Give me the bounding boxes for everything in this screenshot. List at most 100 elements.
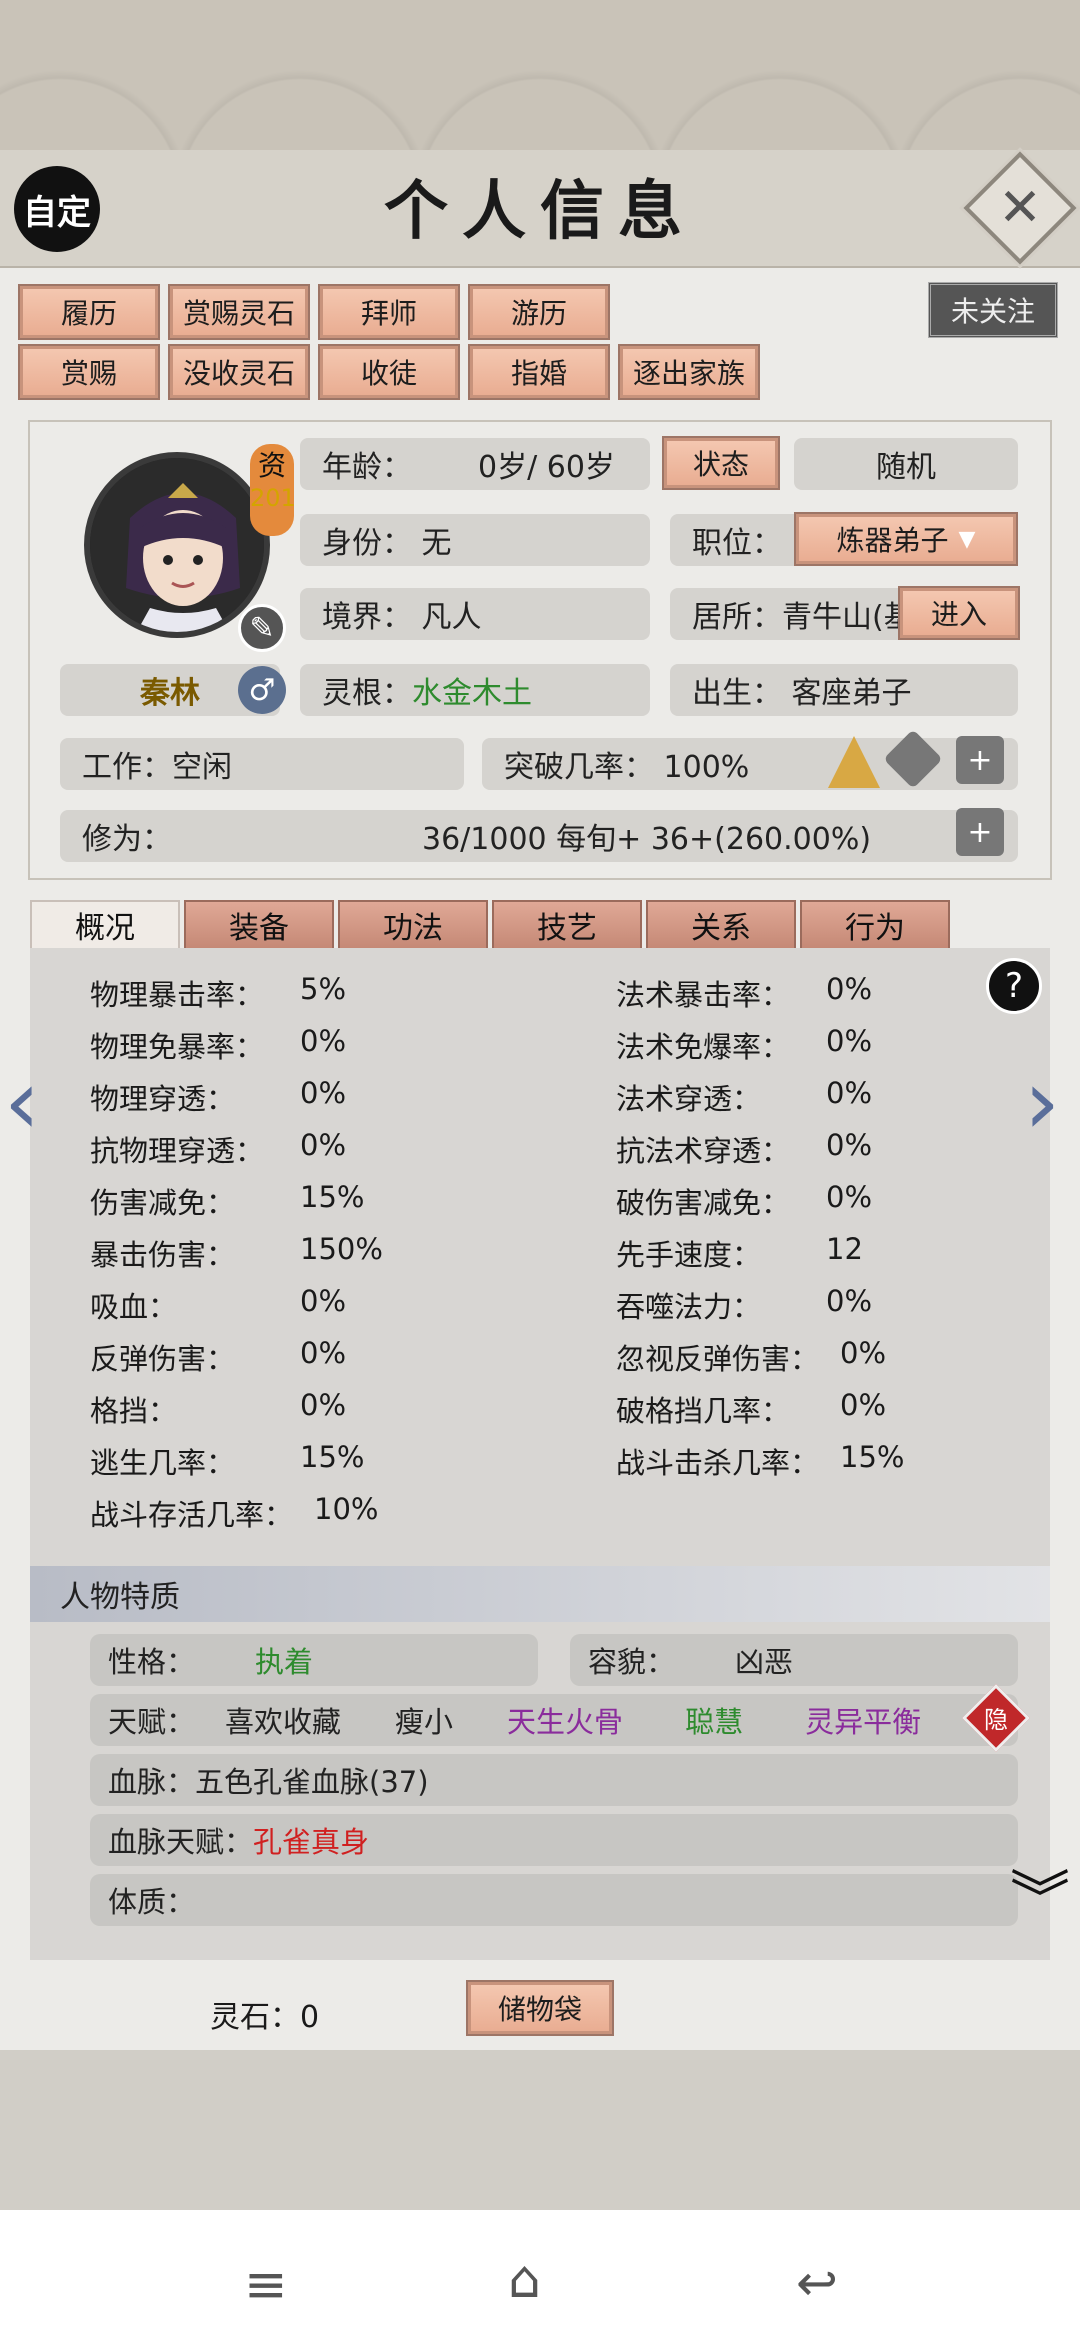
appearance-field: 容貌： 凶恶 [570, 1634, 1018, 1686]
storage-bag-button[interactable]: 储物袋 [466, 1980, 614, 2036]
confiscate-stone-button[interactable]: 没收灵石 [168, 344, 310, 400]
appearance-value: 凶恶 [735, 1645, 794, 1679]
male-icon: ♂ [238, 666, 286, 714]
stat-label: 破格挡几率： [616, 1394, 791, 1428]
talent-item[interactable]: 聪慧 [685, 1699, 743, 1741]
appearance-label: 容貌： [588, 1645, 676, 1679]
expel-button[interactable]: 逐出家族 [618, 344, 760, 400]
home-icon[interactable]: ⌂ [508, 2250, 541, 2310]
stat-value: 10% [314, 1492, 379, 1526]
bloodline-label: 血脉： [108, 1765, 196, 1799]
plus-icon[interactable]: + [956, 736, 1004, 784]
arrange-marriage-button[interactable]: 指婚 [468, 344, 610, 400]
character-avatar[interactable] [84, 452, 270, 638]
position-label: 职位： [692, 526, 782, 561]
talent-item[interactable]: 喜欢收藏 [225, 1699, 341, 1741]
status-button[interactable]: 状态 [662, 436, 780, 490]
cultivation-value: 36/1000 每旬+ 36+(260.00%) [422, 822, 872, 857]
edit-portrait-icon[interactable]: ✎ [238, 604, 286, 652]
age-field: 年龄： 0岁/ 60岁 [300, 438, 650, 490]
root-value: 水金木土 [412, 676, 532, 711]
tab-relations[interactable]: 关系 [646, 900, 796, 950]
enter-button[interactable]: 进入 [898, 586, 1020, 640]
bloodline-field: 血脉： 五色孔雀血脉(37) [90, 1754, 1018, 1806]
stat-value: 0% [840, 1388, 887, 1422]
aptitude-value: 201 [250, 484, 296, 512]
stat-label: 法术穿透： [616, 1082, 762, 1116]
stat-label: 格挡： [90, 1394, 178, 1428]
stat-label: 暴击伤害： [90, 1238, 236, 1272]
position-dropdown[interactable]: 炼器弟子 ▼ [794, 512, 1018, 566]
stat-value: 0% [300, 1284, 347, 1318]
scroll-down-icon[interactable]: ︾ [1010, 1870, 1070, 1930]
spirit-stone-count: 灵石：0 [210, 2000, 320, 2035]
random-button[interactable]: 随机 [794, 438, 1018, 490]
menu-icon[interactable]: ≡ [244, 2255, 288, 2315]
hide-label: 隐 [984, 1706, 1008, 1734]
apprentice-button[interactable]: 拜师 [318, 284, 460, 340]
stat-value: 0% [300, 1388, 347, 1422]
position-value: 炼器弟子 [836, 524, 949, 557]
travel-button[interactable]: 游历 [468, 284, 610, 340]
reward-button[interactable]: 赏赐 [18, 344, 160, 400]
stat-value: 0% [826, 1128, 873, 1162]
tab-behavior[interactable]: 行为 [800, 900, 950, 950]
talent-field: 天赋： 喜欢收藏 瘦小 天生火骨 聪慧 灵异平衡 [90, 1694, 1018, 1746]
talent-item[interactable]: 瘦小 [395, 1699, 453, 1741]
stat-value: 0% [300, 1024, 347, 1058]
realm-field: 境界： 凡人 [300, 588, 650, 640]
next-arrow-icon[interactable]: › [1024, 1050, 1060, 1155]
work-field: 工作：空闲 [60, 738, 464, 790]
reward-stone-button[interactable]: 赏赐灵石 [168, 284, 310, 340]
bloodline-talent-value: 孔雀真身 [253, 1825, 370, 1859]
follow-button[interactable]: 未关注 [928, 282, 1058, 338]
stat-value: 5% [300, 972, 347, 1006]
previous-arrow-icon[interactable]: ‹ [4, 1050, 40, 1155]
bloodline-talent-label: 血脉天赋： [108, 1825, 254, 1859]
stat-value: 0% [826, 1284, 873, 1318]
stat-value: 0% [826, 972, 873, 1006]
stat-value: 15% [300, 1440, 365, 1474]
back-icon[interactable]: ↩ [796, 2254, 838, 2312]
age-label: 年龄： [322, 450, 412, 485]
character-name: 秦林 [140, 676, 200, 711]
bloodline-talent-field: 血脉天赋： 孔雀真身 [90, 1814, 1018, 1866]
tab-arts[interactable]: 技艺 [492, 900, 642, 950]
stat-label: 伤害减免： [90, 1186, 236, 1220]
talent-label: 天赋： [108, 1705, 196, 1739]
tab-skills[interactable]: 功法 [338, 900, 488, 950]
stat-label: 法术免爆率： [616, 1030, 791, 1064]
tab-equipment[interactable]: 装备 [184, 900, 334, 950]
talent-item[interactable]: 灵异平衡 [805, 1699, 921, 1741]
stat-value: 0% [826, 1180, 873, 1214]
stat-value: 12 [826, 1232, 863, 1266]
personality-label: 性格： [108, 1645, 196, 1679]
spirit-root-field: 灵根： 水金木土 [300, 664, 650, 716]
stat-label: 忽视反弹伤害： [616, 1342, 820, 1376]
add-cultivation-icon[interactable]: + [956, 808, 1004, 856]
stat-value: 15% [840, 1440, 905, 1474]
stat-label: 物理穿透： [90, 1082, 236, 1116]
bloodline-value: 五色孔雀血脉(37) [195, 1765, 429, 1799]
stat-label: 反弹伤害： [90, 1342, 236, 1376]
stat-value: 150% [300, 1232, 383, 1266]
talent-item[interactable]: 天生火骨 [507, 1699, 623, 1741]
age-value: 0岁/ 60岁 [478, 450, 615, 485]
custom-button[interactable]: 自定 [14, 166, 100, 252]
take-disciple-button[interactable]: 收徒 [318, 344, 460, 400]
personality-value: 执着 [255, 1645, 314, 1679]
stat-label: 吸血： [90, 1290, 178, 1324]
stat-label: 吞噬法力： [616, 1290, 762, 1324]
stat-value: 0% [826, 1024, 873, 1058]
resume-button[interactable]: 履历 [18, 284, 160, 340]
physique-label: 体质： [108, 1885, 196, 1919]
physique-field: 体质： [90, 1874, 1018, 1926]
stat-label: 抗物理穿透： [90, 1134, 265, 1168]
stat-value: 0% [300, 1128, 347, 1162]
tab-overview[interactable]: 概况 [30, 900, 180, 950]
system-nav-bar: ≡ ⌂ ↩ [0, 2210, 1080, 2340]
stat-label: 法术暴击率： [616, 978, 791, 1012]
stat-value: 0% [300, 1076, 347, 1110]
aptitude-label: 资 [257, 449, 286, 482]
help-icon[interactable]: ? [986, 958, 1042, 1014]
